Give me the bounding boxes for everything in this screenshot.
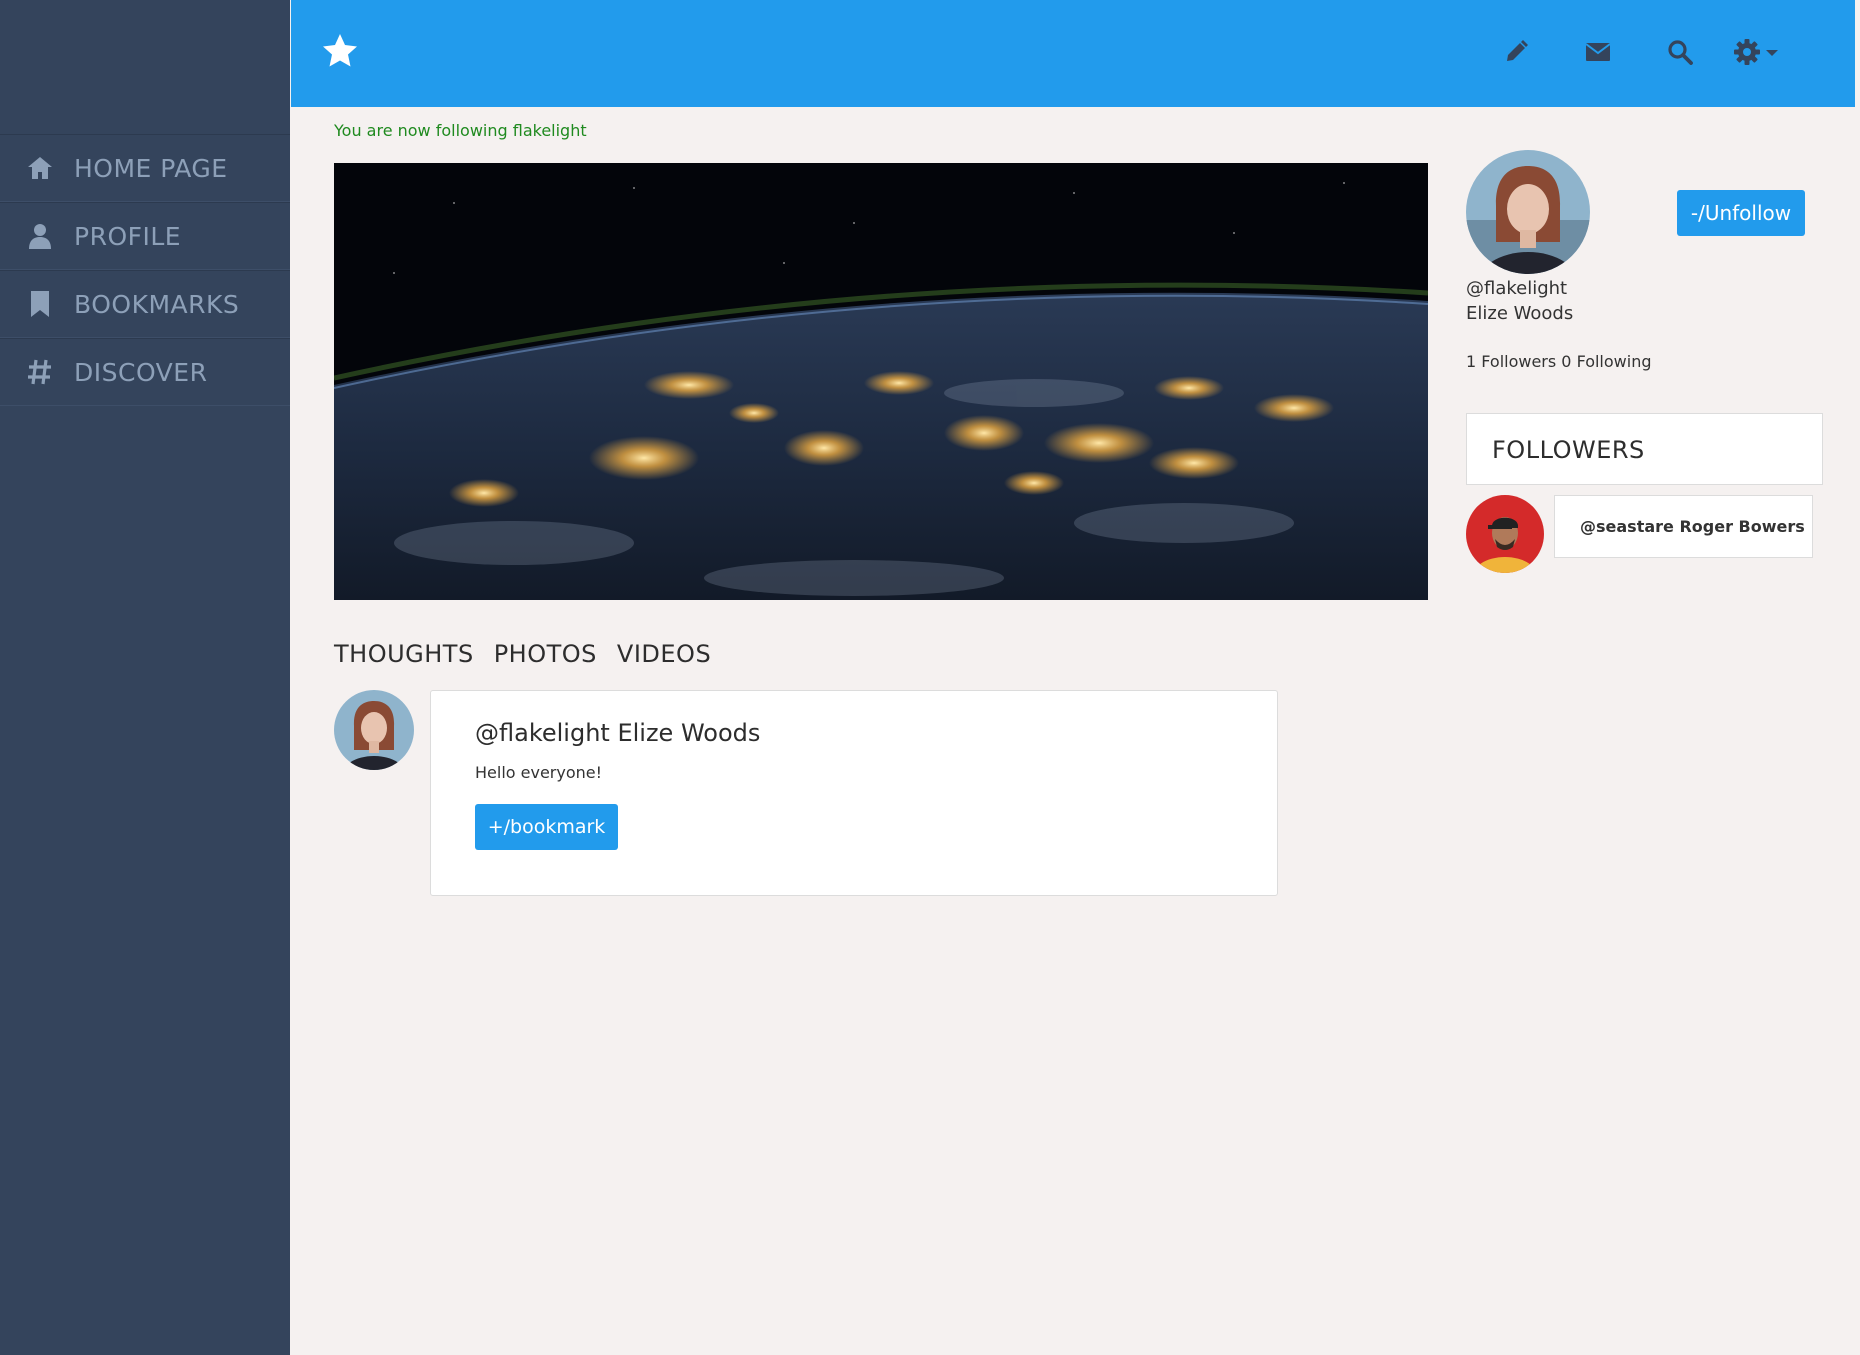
sidebar: HOME PAGE PROFILE BOOKMARKS DISCOVER (0, 0, 290, 1355)
hash-icon (24, 356, 56, 388)
tab-photos[interactable]: PHOTOS (494, 640, 597, 668)
sidebar-item-label: DISCOVER (74, 357, 208, 387)
tab-thoughts[interactable]: THOUGHTS (334, 640, 474, 668)
sidebar-item-profile[interactable]: PROFILE (0, 202, 290, 270)
bookmark-icon (24, 288, 56, 320)
pencil-icon[interactable] (1498, 34, 1534, 70)
chevron-down-icon[interactable] (1766, 50, 1778, 56)
bookmark-button[interactable]: +/bookmark (475, 804, 618, 850)
post-author[interactable]: @flakelight Elize Woods (475, 719, 760, 747)
profile-avatar (1466, 150, 1590, 274)
sidebar-item-home[interactable]: HOME PAGE (0, 134, 290, 202)
sidebar-item-label: PROFILE (74, 221, 182, 251)
sidebar-item-label: BOOKMARKS (74, 289, 240, 319)
unfollow-button[interactable]: -/Unfollow (1677, 190, 1805, 236)
user-icon (24, 220, 56, 252)
sidebar-nav: HOME PAGE PROFILE BOOKMARKS DISCOVER (0, 134, 290, 406)
gear-icon[interactable] (1729, 34, 1765, 70)
cover-image (334, 163, 1428, 600)
sidebar-item-label: HOME PAGE (74, 153, 228, 183)
profile-tabs: THOUGHTS PHOTOS VIDEOS (334, 640, 711, 668)
follow-counts: 1 Followers 0 Following (1466, 352, 1652, 371)
tab-videos[interactable]: VIDEOS (617, 640, 711, 668)
profile-name: Elize Woods (1466, 303, 1574, 324)
sidebar-item-discover[interactable]: DISCOVER (0, 338, 290, 406)
search-icon[interactable] (1662, 34, 1698, 70)
envelope-icon[interactable] (1580, 34, 1616, 70)
profile-handle: @flakelight (1466, 278, 1568, 299)
follower-item[interactable]: @seastare Roger Bowers (1554, 495, 1813, 558)
sidebar-item-bookmarks[interactable]: BOOKMARKS (0, 270, 290, 338)
followers-title: FOLLOWERS (1492, 436, 1645, 464)
top-bar (291, 0, 1855, 107)
post-text: Hello everyone! (475, 763, 603, 782)
post-author-avatar[interactable] (334, 690, 414, 770)
post-card: @flakelight Elize Woods Hello everyone! … (430, 690, 1278, 896)
home-icon (24, 152, 56, 184)
followers-panel: FOLLOWERS (1466, 413, 1823, 485)
star-icon[interactable] (319, 30, 361, 72)
follower-avatar[interactable] (1466, 495, 1544, 573)
flash-message: You are now following flakelight (334, 121, 587, 140)
